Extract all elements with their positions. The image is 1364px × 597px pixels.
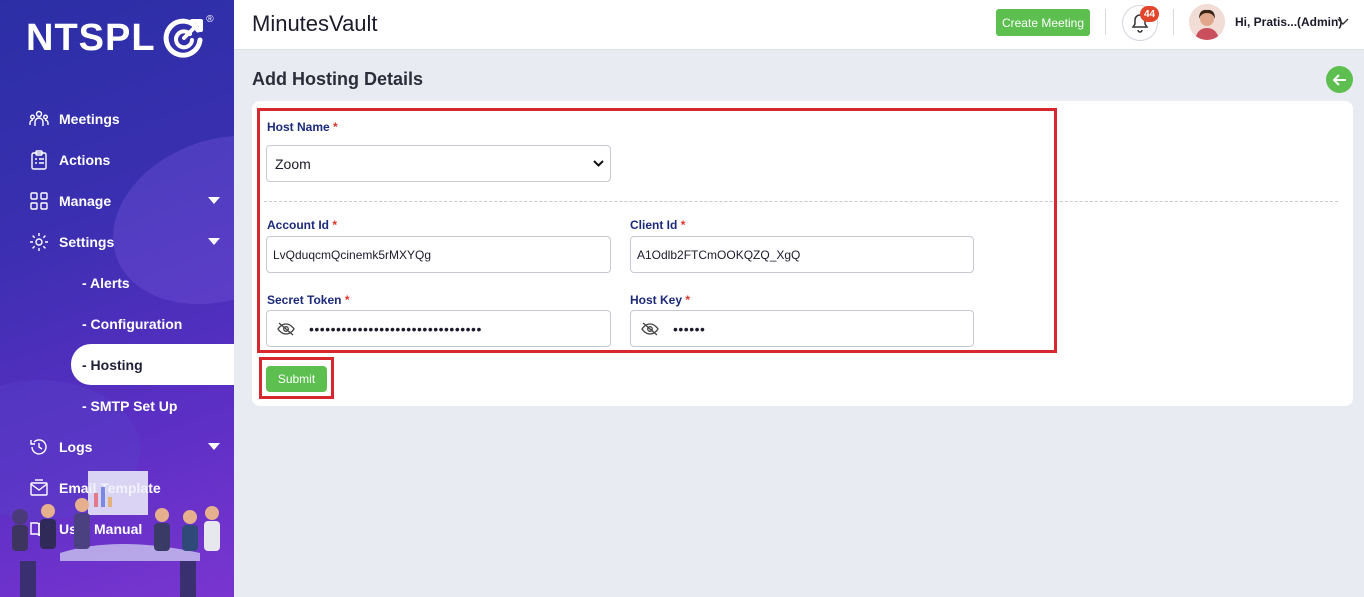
avatar[interactable] bbox=[1189, 4, 1225, 40]
sidebar-item-label: Actions bbox=[59, 151, 111, 168]
logo-text: NTSPL bbox=[26, 16, 156, 59]
sidebar-item-logs[interactable]: Logs bbox=[0, 426, 234, 467]
sidebar-item-manage[interactable]: Manage bbox=[0, 180, 234, 221]
sidebar-item-label: Settings bbox=[59, 233, 115, 250]
sidebar-subitem-alerts[interactable]: - Alerts bbox=[0, 262, 234, 303]
logo-registered-mark: ® bbox=[206, 14, 214, 25]
chevron-down-icon bbox=[208, 197, 220, 204]
actions-icon bbox=[29, 149, 49, 170]
chevron-down-icon[interactable] bbox=[1337, 15, 1349, 27]
sidebar-subitem-hosting[interactable]: - Hosting bbox=[71, 344, 234, 385]
chevron-down-icon bbox=[208, 443, 220, 450]
meeting-illustration bbox=[12, 471, 220, 597]
sidebar-item-label: Manage bbox=[59, 192, 112, 209]
sidebar-item-actions[interactable]: Actions bbox=[0, 139, 234, 180]
header-divider bbox=[1173, 9, 1174, 35]
sidebar-item-label: Logs bbox=[59, 438, 93, 455]
app-title: MinutesVault bbox=[252, 11, 378, 36]
sidebar-item-label: Meetings bbox=[59, 110, 120, 127]
top-header: MinutesVault Create Meeting 44 Hi, Prati… bbox=[234, 0, 1364, 50]
chevron-down-icon bbox=[208, 238, 220, 245]
settings-icon bbox=[29, 232, 49, 252]
back-button[interactable] bbox=[1326, 66, 1353, 93]
brand-logo[interactable]: NTSPL ® bbox=[26, 14, 214, 60]
user-menu-label[interactable]: Hi, Pratis...(Admin) bbox=[1235, 15, 1342, 29]
sidebar-subitem-smtp[interactable]: - SMTP Set Up bbox=[0, 385, 234, 426]
logo-arrow-icon: ® bbox=[162, 14, 214, 60]
page-title: Add Hosting Details bbox=[252, 69, 424, 89]
header-divider bbox=[1105, 9, 1106, 35]
notification-badge: 44 bbox=[1140, 6, 1159, 22]
sidebar-subitem-configuration[interactable]: - Configuration bbox=[0, 303, 234, 344]
manage-icon bbox=[29, 191, 49, 211]
logs-icon bbox=[29, 437, 49, 457]
sidebar: NTSPL ® Meetings Actions Manage Settings… bbox=[0, 0, 234, 597]
create-meeting-button[interactable]: Create Meeting bbox=[996, 9, 1090, 36]
arrow-left-icon bbox=[1332, 73, 1346, 86]
submit-highlight bbox=[259, 357, 334, 399]
form-fields-highlight bbox=[257, 108, 1057, 353]
meetings-icon bbox=[29, 109, 49, 129]
sidebar-item-settings[interactable]: Settings bbox=[0, 221, 234, 262]
sidebar-item-meetings[interactable]: Meetings bbox=[0, 98, 234, 139]
